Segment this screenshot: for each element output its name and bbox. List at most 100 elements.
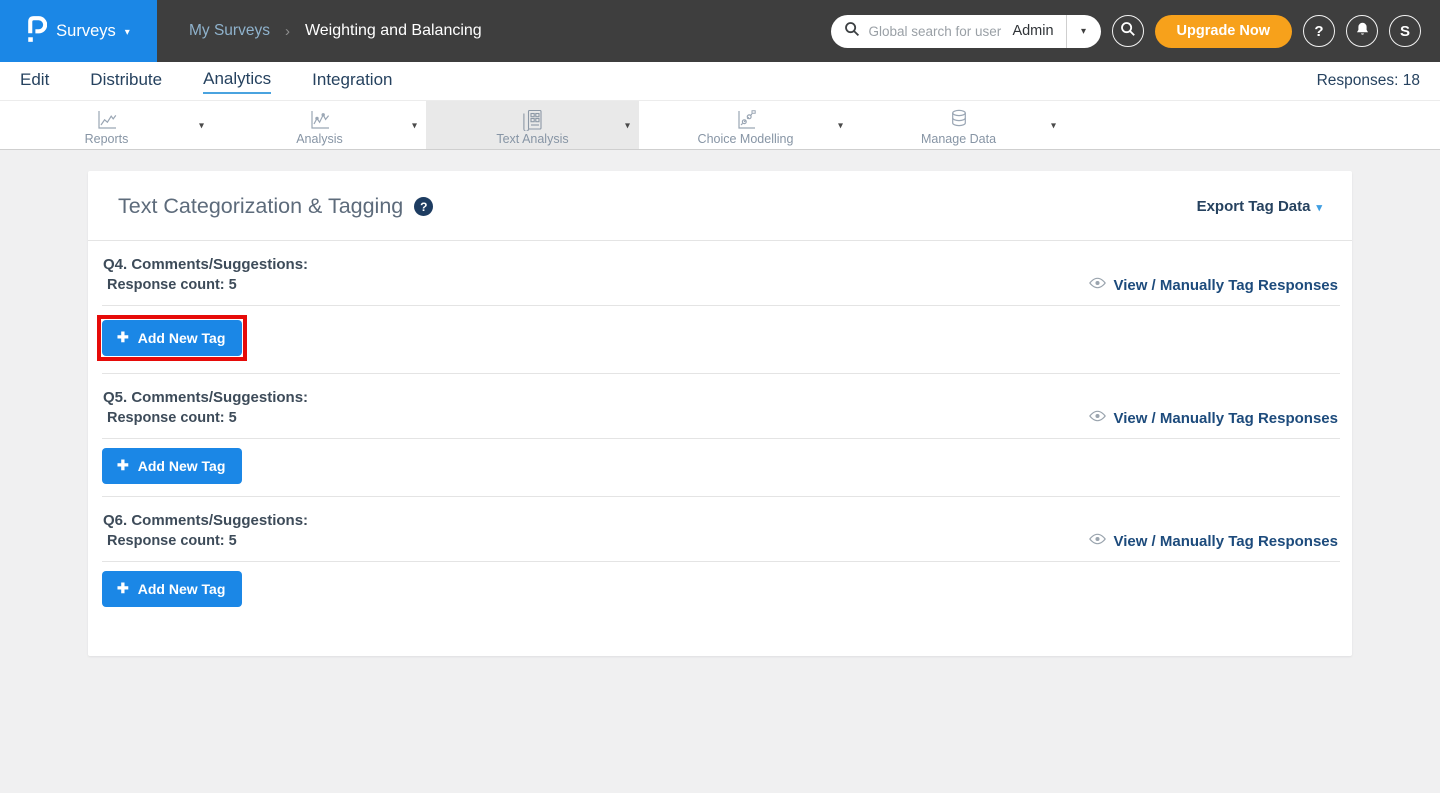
chevron-down-icon: ▾ [1081, 26, 1086, 37]
search-icon [1120, 21, 1136, 41]
question-section-q6: Q6. Comments/Suggestions: Response count… [102, 497, 1340, 619]
question-section-q4: Q4. Comments/Suggestions: Response count… [102, 241, 1340, 373]
content-area: Text Categorization & Tagging ? Export T… [0, 150, 1440, 656]
bell-icon [1354, 20, 1371, 42]
responses-count: Responses: 18 [1317, 72, 1420, 90]
tab-integration[interactable]: Integration [312, 70, 392, 93]
question-row: Q5. Comments/Suggestions: Response count… [102, 374, 1340, 438]
upgrade-button[interactable]: Upgrade Now [1155, 15, 1292, 48]
avatar-initial: S [1400, 23, 1410, 40]
question-info: Q4. Comments/Suggestions: Response count… [103, 254, 308, 296]
export-tag-data-label: Export Tag Data [1197, 198, 1311, 215]
add-new-tag-button[interactable]: ✚ Add New Tag [102, 448, 242, 484]
question-circle-icon[interactable]: ? [414, 197, 433, 216]
question-title: Q6. Comments/Suggestions: [103, 510, 308, 531]
question-glyph: ? [420, 200, 427, 214]
text-tagging-card: Text Categorization & Tagging ? Export T… [88, 171, 1352, 656]
plus-icon: ✚ [117, 329, 129, 346]
toolbar-tab-label: Analysis [296, 132, 343, 146]
tab-edit[interactable]: Edit [20, 70, 49, 93]
card-header: Text Categorization & Tagging ? Export T… [88, 171, 1352, 240]
add-new-tag-button[interactable]: ✚ Add New Tag [102, 571, 242, 607]
chevron-down-icon: ▾ [125, 25, 130, 38]
view-manually-tag-link[interactable]: View / Manually Tag Responses [1089, 532, 1338, 550]
add-tag-row: ✚ Add New Tag [102, 439, 1340, 496]
eye-icon [1089, 532, 1106, 550]
toolbar-tab-manage-data[interactable]: Manage Data ▾ [852, 101, 1065, 149]
page-title-text: Text Categorization & Tagging [118, 194, 403, 219]
add-new-tag-label: Add New Tag [138, 581, 226, 597]
breadcrumb: My Surveys › Weighting and Balancing [189, 22, 482, 40]
view-manually-tag-label: View / Manually Tag Responses [1113, 533, 1338, 550]
page-title: Text Categorization & Tagging ? [118, 194, 433, 219]
chevron-down-icon: ▾ [199, 120, 204, 131]
breadcrumb-separator-icon: › [285, 23, 290, 40]
search-icon [844, 21, 860, 42]
surveys-menu-button[interactable]: Surveys ▾ [0, 0, 157, 62]
top-bar: Surveys ▾ My Surveys › Weighting and Bal… [0, 0, 1440, 62]
search-scope-dropdown[interactable]: ▾ [1067, 26, 1101, 37]
question-row: Q4. Comments/Suggestions: Response count… [102, 241, 1340, 305]
chevron-down-icon: ▾ [1316, 199, 1322, 214]
help-button[interactable]: ? [1303, 15, 1335, 47]
response-count: Response count: 5 [103, 531, 308, 552]
toolbar-tab-label: Manage Data [921, 132, 996, 146]
toolbar-tab-text-analysis[interactable]: Text Analysis ▾ [426, 101, 639, 149]
text-document-icon [521, 107, 545, 131]
eye-icon [1089, 409, 1106, 427]
chevron-down-icon: ▾ [625, 120, 630, 131]
choice-chart-icon [734, 107, 758, 131]
search-button[interactable] [1112, 15, 1144, 47]
search-scope-label[interactable]: Admin [1012, 23, 1053, 39]
add-tag-row: ✚ Add New Tag [102, 306, 1340, 373]
view-manually-tag-label: View / Manually Tag Responses [1113, 277, 1338, 294]
question-sections: Q4. Comments/Suggestions: Response count… [88, 241, 1352, 619]
tab-distribute[interactable]: Distribute [90, 70, 162, 93]
response-count: Response count: 5 [103, 275, 308, 296]
chevron-down-icon: ▾ [838, 120, 843, 131]
toolbar-tab-choice-modelling[interactable]: Choice Modelling ▾ [639, 101, 852, 149]
question-title: Q4. Comments/Suggestions: [103, 254, 308, 275]
export-tag-data-button[interactable]: Export Tag Data ▾ [1197, 198, 1322, 215]
tab-analytics[interactable]: Analytics [203, 69, 271, 94]
analysis-chart-icon [308, 107, 332, 131]
breadcrumb-current-survey: Weighting and Balancing [305, 22, 482, 40]
toolbar-tab-analysis[interactable]: Analysis ▾ [213, 101, 426, 149]
view-manually-tag-link[interactable]: View / Manually Tag Responses [1089, 409, 1338, 427]
surveys-label: Surveys [56, 22, 116, 41]
add-new-tag-label: Add New Tag [138, 330, 226, 346]
toolbar-tab-label: Choice Modelling [698, 132, 794, 146]
toolbar-tab-label: Text Analysis [496, 132, 568, 146]
question-info: Q5. Comments/Suggestions: Response count… [103, 387, 308, 429]
topbar-actions: Admin ▾ Upgrade Now ? S [831, 15, 1440, 48]
analytics-toolbar: Reports ▾ Analysis ▾ Text Analysis ▾ [0, 100, 1440, 150]
add-new-tag-label: Add New Tag [138, 458, 226, 474]
eye-icon [1089, 276, 1106, 294]
notifications-button[interactable] [1346, 15, 1378, 47]
survey-nav: Edit Distribute Analytics Integration Re… [0, 62, 1440, 100]
plus-icon: ✚ [117, 580, 129, 597]
view-manually-tag-label: View / Manually Tag Responses [1113, 410, 1338, 427]
plus-icon: ✚ [117, 457, 129, 474]
add-tag-row: ✚ Add New Tag [102, 562, 1340, 619]
question-row: Q6. Comments/Suggestions: Response count… [102, 497, 1340, 561]
question-section-q5: Q5. Comments/Suggestions: Response count… [102, 374, 1340, 496]
global-search-input[interactable] [868, 24, 1006, 39]
add-new-tag-button[interactable]: ✚ Add New Tag [102, 320, 242, 356]
breadcrumb-my-surveys[interactable]: My Surveys [189, 22, 270, 40]
response-count: Response count: 5 [103, 408, 308, 429]
chevron-down-icon: ▾ [412, 120, 417, 131]
chevron-down-icon: ▾ [1051, 120, 1056, 131]
database-icon [947, 107, 971, 131]
question-icon: ? [1314, 23, 1323, 40]
question-title: Q5. Comments/Suggestions: [103, 387, 308, 408]
view-manually-tag-link[interactable]: View / Manually Tag Responses [1089, 276, 1338, 294]
toolbar-tab-label: Reports [85, 132, 129, 146]
global-search: Admin ▾ [831, 15, 1100, 48]
line-chart-icon [95, 107, 119, 131]
question-info: Q6. Comments/Suggestions: Response count… [103, 510, 308, 552]
highlight-annotation: ✚ Add New Tag [97, 315, 247, 361]
avatar[interactable]: S [1389, 15, 1421, 47]
questionpro-logo-icon [27, 15, 47, 47]
toolbar-tab-reports[interactable]: Reports ▾ [0, 101, 213, 149]
